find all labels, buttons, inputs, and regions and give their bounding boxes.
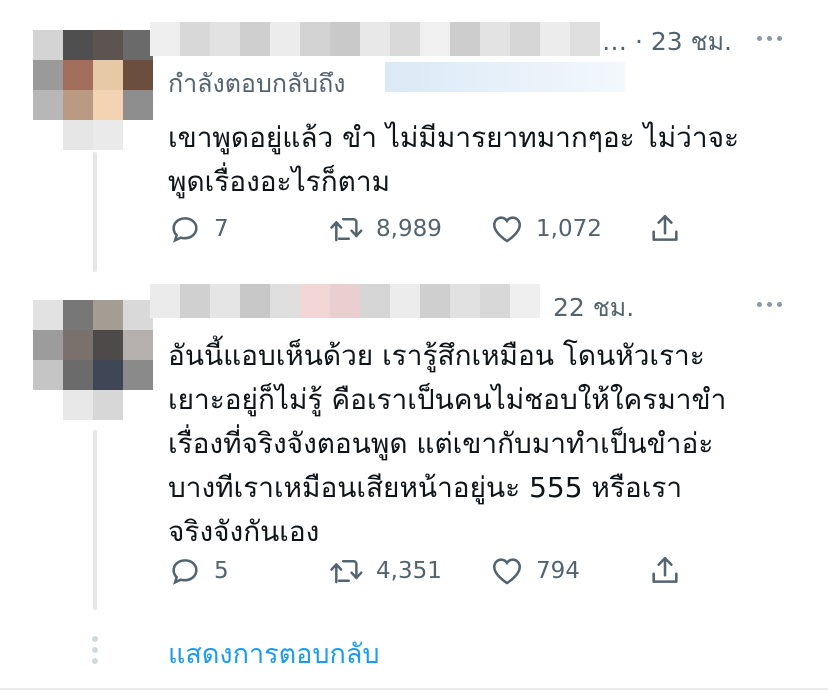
tweet-text: อันนี้แอบเห็นด้วย เรารู้สึกเหมือน โดนหัว… <box>168 339 727 548</box>
share-button[interactable] <box>648 554 682 588</box>
divider <box>0 688 828 690</box>
thread-line <box>93 152 97 272</box>
more-icon[interactable] <box>757 36 782 41</box>
reply-count: 5 <box>214 558 229 584</box>
retweet-button[interactable]: 4,351 <box>328 554 490 588</box>
thread-continuation-dots <box>92 636 98 664</box>
reply-thread: … · 23 ชม. กำลังตอบกลับถึง เขาพูดอยู่แล้… <box>0 0 828 694</box>
more-icon[interactable] <box>757 302 782 307</box>
avatar-pixelated[interactable] <box>33 30 153 150</box>
reply-count: 7 <box>214 216 229 242</box>
tweet-time[interactable]: … · 23 ชม. <box>602 22 732 62</box>
reply-button[interactable]: 7 <box>168 212 328 246</box>
share-icon <box>652 214 678 241</box>
share-button[interactable] <box>648 212 682 246</box>
like-icon <box>492 216 522 243</box>
reply-icon <box>172 217 198 243</box>
avatar-pixelated[interactable] <box>33 300 153 420</box>
like-count: 794 <box>536 558 580 584</box>
reply-icon <box>172 559 198 585</box>
retweet-icon <box>330 218 363 242</box>
reply-button[interactable]: 5 <box>168 554 328 588</box>
replying-to-handle-pixelated[interactable] <box>385 62 625 92</box>
show-replies-link[interactable]: แสดงการตอบกลับ <box>168 632 380 675</box>
tweet-time[interactable]: 22 ชม. <box>553 288 634 328</box>
username-pixelated[interactable] <box>150 22 600 56</box>
share-icon <box>652 556 678 583</box>
username-pixelated[interactable] <box>150 284 540 318</box>
retweet-button[interactable]: 8,989 <box>328 212 490 246</box>
tweet-actions: 7 8,989 1,072 <box>168 212 682 246</box>
like-count: 1,072 <box>536 216 602 242</box>
retweet-count: 4,351 <box>376 558 442 584</box>
retweet-icon <box>330 560 363 584</box>
tweet-actions: 5 4,351 794 <box>168 554 682 588</box>
thread-line <box>93 430 97 610</box>
retweet-count: 8,989 <box>376 216 442 242</box>
like-button[interactable]: 794 <box>490 554 648 588</box>
replying-to-label: กำลังตอบกลับถึง <box>168 69 346 98</box>
like-icon <box>492 558 522 585</box>
tweet-text: เขาพูดอยู่แล้ว ขำ ไม่มีมารยาทมากๆอะ ไม่ว… <box>168 121 740 198</box>
like-button[interactable]: 1,072 <box>490 212 648 246</box>
